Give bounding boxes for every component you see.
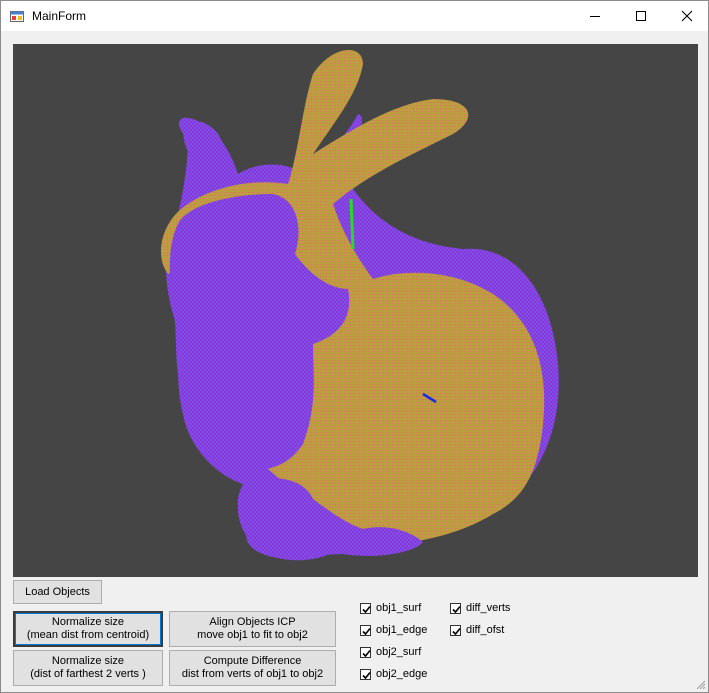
load-objects-label: Load Objects [25, 585, 90, 598]
bunny-render [160, 50, 559, 561]
checkbox-box[interactable] [450, 624, 461, 636]
app-icon [10, 11, 24, 22]
compute-difference-label-2: dist from verts of obj1 to obj2 [181, 668, 324, 680]
normalize-farthest-label-2: (dist of farthest 2 verts ) [30, 668, 146, 680]
obj1-surf-checkbox[interactable]: obj1_surf [360, 600, 421, 616]
maximize-icon [636, 11, 646, 21]
obj2-edge-checkbox[interactable]: obj2_edge [360, 666, 427, 682]
obj1-edge-checkbox[interactable]: obj1_edge [360, 622, 427, 638]
maximize-button[interactable] [618, 1, 664, 31]
normalize-mean-label-2: (mean dist from centroid) [26, 629, 150, 641]
3d-viewport[interactable] [13, 44, 698, 577]
minimize-icon [590, 16, 600, 17]
minimize-button[interactable] [572, 1, 618, 31]
axis-y [349, 198, 355, 250]
main-form-window: MainForm Load Objects Normalize size (me… [0, 0, 709, 693]
diff-ofst-label: diff_ofst [466, 624, 505, 636]
align-icp-button[interactable]: Align Objects ICP move obj1 to fit to ob… [169, 611, 336, 647]
normalize-farthest-button[interactable]: Normalize size (dist of farthest 2 verts… [13, 650, 163, 686]
resize-grip-icon[interactable] [694, 678, 706, 690]
checkbox-box[interactable] [360, 602, 371, 614]
obj2-surf-checkbox[interactable]: obj2_surf [360, 644, 421, 660]
align-icp-label-2: move obj1 to fit to obj2 [197, 629, 308, 641]
checkbox-box[interactable] [450, 602, 461, 614]
close-button[interactable] [664, 1, 709, 31]
check-icon [362, 671, 371, 679]
compute-difference-label-1: Compute Difference [203, 655, 302, 667]
check-icon [362, 627, 371, 635]
window-title: MainForm [32, 9, 87, 23]
obj1-surf-label: obj1_surf [376, 602, 422, 614]
check-icon [362, 649, 371, 657]
load-objects-button[interactable]: Load Objects [13, 580, 102, 604]
normalize-mean-button[interactable]: Normalize size (mean dist from centroid) [13, 611, 163, 647]
normalize-mean-label-1: Normalize size [51, 616, 125, 628]
check-icon [452, 627, 461, 635]
diff-ofst-checkbox[interactable]: diff_ofst [450, 622, 504, 638]
obj2-surf-label: obj2_surf [376, 646, 422, 658]
diff-verts-label: diff_verts [466, 602, 511, 614]
diff-verts-checkbox[interactable]: diff_verts [450, 600, 510, 616]
check-icon [452, 605, 461, 613]
check-icon [362, 605, 371, 613]
close-icon [681, 10, 693, 22]
title-bar[interactable]: MainForm [1, 1, 708, 31]
checkbox-box[interactable] [360, 646, 371, 658]
obj1-edge-label: obj1_edge [376, 624, 428, 636]
checkbox-box[interactable] [360, 668, 371, 680]
obj2-edge-label: obj2_edge [376, 668, 428, 680]
compute-difference-button[interactable]: Compute Difference dist from verts of ob… [169, 650, 336, 686]
checkbox-box[interactable] [360, 624, 371, 636]
align-icp-label-1: Align Objects ICP [209, 616, 296, 628]
normalize-farthest-label-1: Normalize size [51, 655, 125, 667]
